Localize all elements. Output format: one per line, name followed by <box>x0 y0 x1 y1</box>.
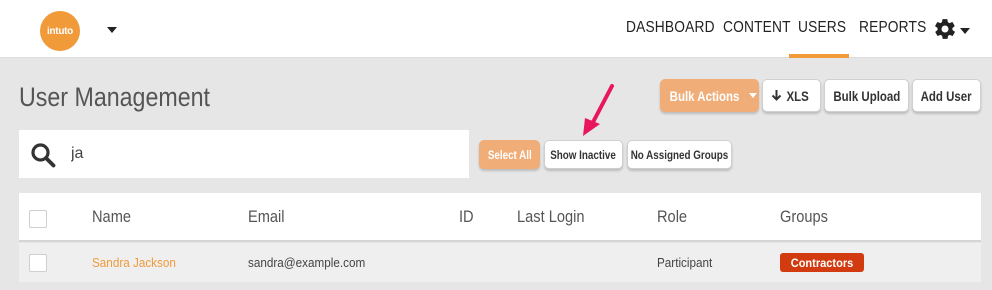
column-last-login[interactable]: Last Login <box>517 207 584 227</box>
row-checkbox[interactable] <box>29 254 47 272</box>
table-row[interactable]: Sandra Jackson sandra@example.com Partic… <box>19 243 981 282</box>
nav-users[interactable]: USERS <box>798 19 846 37</box>
no-assigned-groups-button[interactable]: No Assigned Groups <box>627 140 732 169</box>
nav-reports[interactable]: REPORTS <box>859 19 926 37</box>
show-inactive-label: Show Inactive <box>550 147 617 162</box>
column-name[interactable]: Name <box>92 207 131 227</box>
column-id[interactable]: ID <box>459 207 474 227</box>
show-inactive-button[interactable]: Show Inactive <box>544 140 623 169</box>
search-input[interactable] <box>71 143 451 165</box>
user-name-link[interactable]: Sandra Jackson <box>92 255 176 270</box>
bulk-actions-label: Bulk Actions <box>669 87 740 104</box>
settings-chevron-down-icon[interactable] <box>960 28 970 34</box>
gear-icon[interactable] <box>933 17 957 41</box>
nav-dashboard[interactable]: DASHBOARD <box>626 19 715 37</box>
active-nav-indicator <box>789 54 849 58</box>
add-user-label: Add User <box>920 87 973 104</box>
column-email[interactable]: Email <box>248 207 285 227</box>
nav-content[interactable]: CONTENT <box>723 19 791 37</box>
group-badge[interactable]: Contractors <box>780 253 865 272</box>
page-title: User Management <box>19 82 211 112</box>
bulk-actions-button[interactable]: Bulk Actions <box>660 79 759 112</box>
group-badge-label: Contractors <box>790 255 854 270</box>
bulk-upload-button[interactable]: Bulk Upload <box>824 79 909 112</box>
logo-text: intuto <box>47 25 73 37</box>
export-xls-button[interactable]: XLS <box>762 79 821 112</box>
user-email: sandra@example.com <box>248 255 366 270</box>
select-all-checkbox[interactable] <box>29 210 47 228</box>
top-navbar: intuto DASHBOARD CONTENT USERS REPORTS <box>0 0 992 58</box>
xls-label: XLS <box>786 87 810 104</box>
bulk-upload-label: Bulk Upload <box>833 87 900 104</box>
chevron-down-icon <box>749 93 758 98</box>
download-arrow-icon <box>772 89 782 101</box>
search-box <box>19 130 469 178</box>
select-all-label: Select All <box>487 147 532 162</box>
users-table: Name Email ID Last Login Role Groups San… <box>19 193 981 283</box>
column-groups[interactable]: Groups <box>780 207 828 227</box>
chevron-down-icon[interactable] <box>107 27 117 33</box>
intuto-logo[interactable]: intuto <box>40 11 80 51</box>
table-header: Name Email ID Last Login Role Groups <box>19 193 981 242</box>
column-role[interactable]: Role <box>657 207 687 227</box>
search-icon <box>31 143 56 168</box>
user-role: Participant <box>657 255 713 270</box>
annotation-arrow-icon <box>583 84 614 136</box>
add-user-button[interactable]: Add User <box>912 79 981 112</box>
select-all-button[interactable]: Select All <box>479 140 540 169</box>
no-assigned-groups-label: No Assigned Groups <box>630 147 729 162</box>
